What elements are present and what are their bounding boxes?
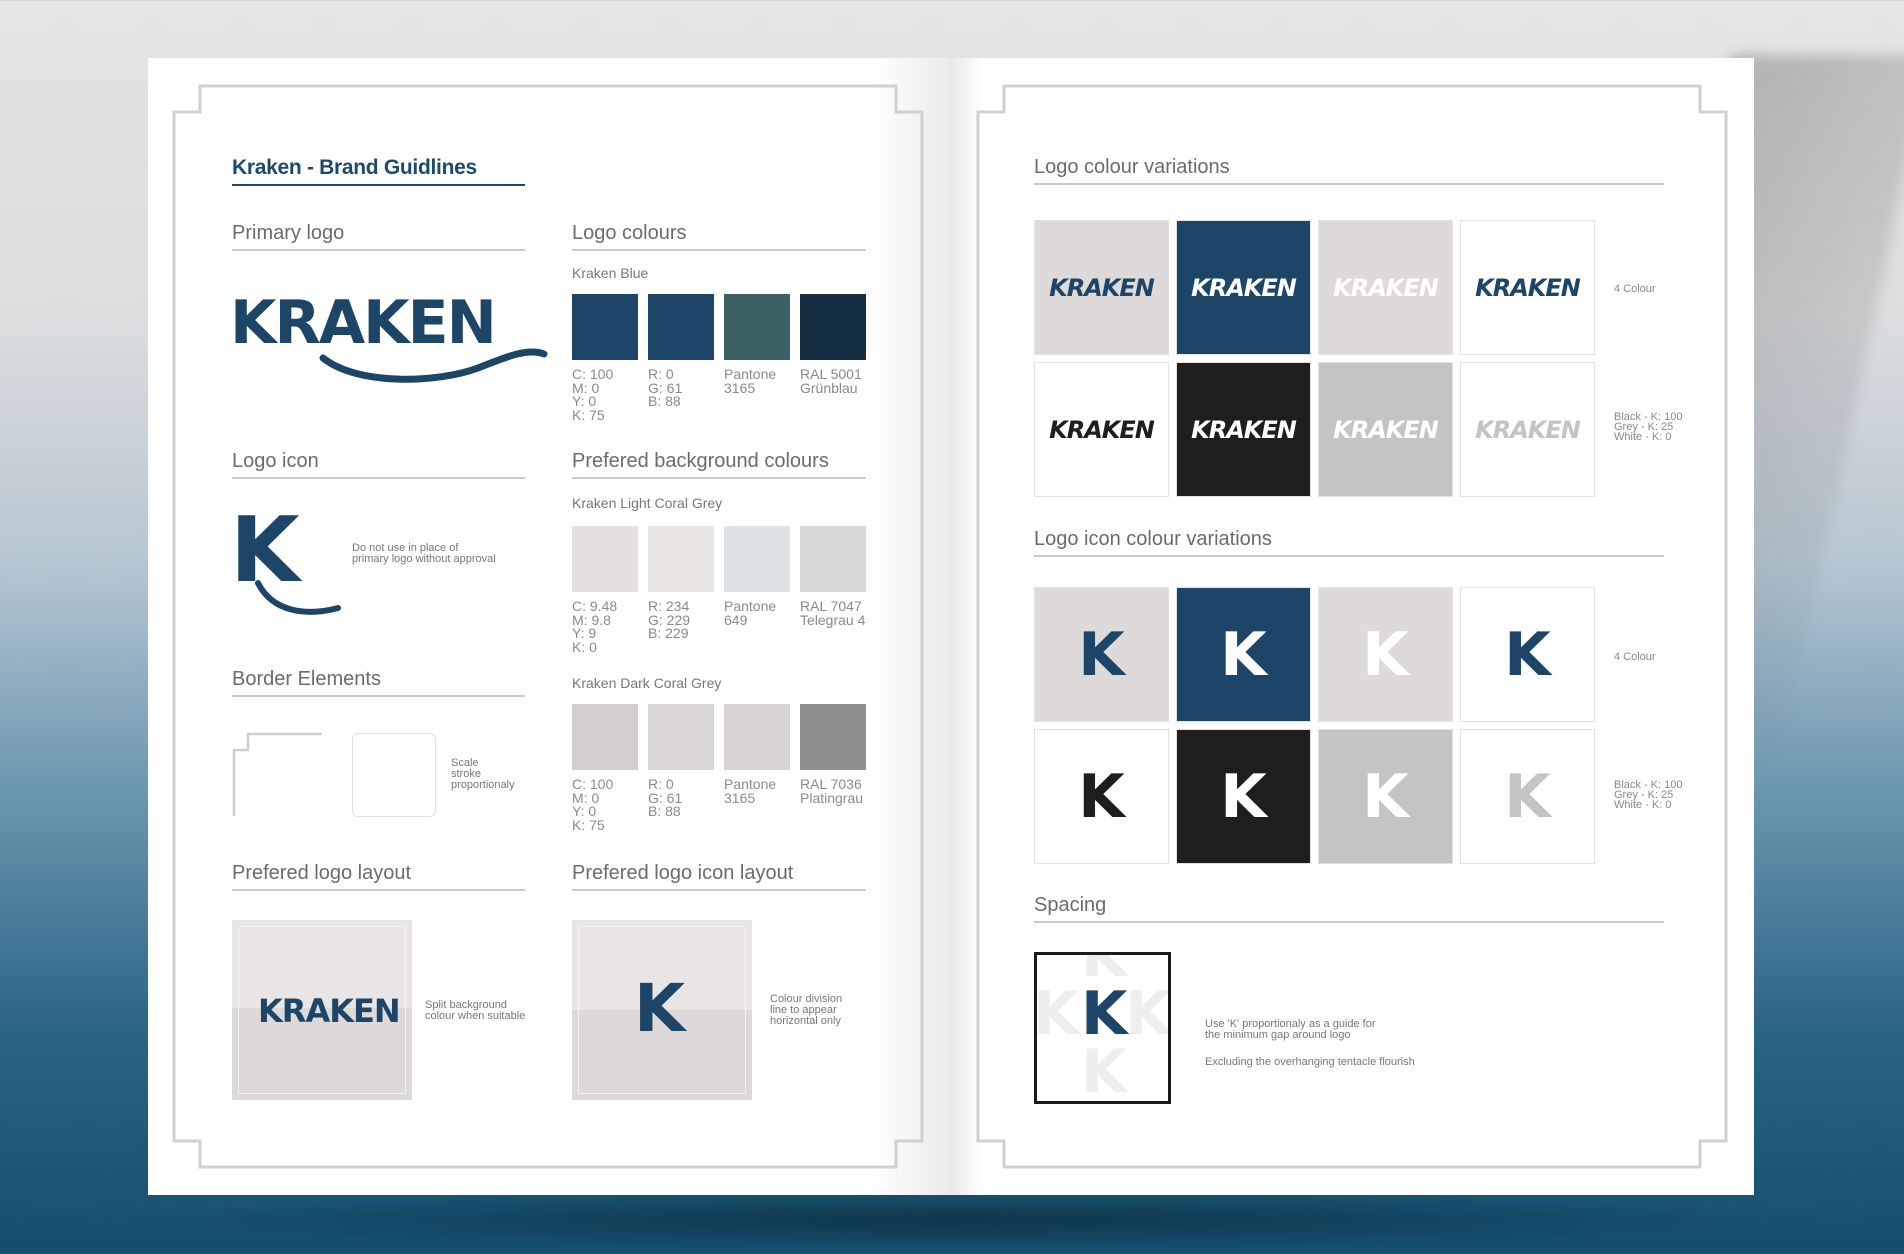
icon-variation-tile: K bbox=[1318, 587, 1453, 722]
swatch-spec: Pantone 649 bbox=[724, 598, 777, 628]
swatch-spec: Pantone 3165 bbox=[724, 366, 777, 396]
swatch-spec: C: 9.48 M: 9.8 Y: 9 K: 0 bbox=[572, 598, 618, 655]
variation-logo: KRAKEN bbox=[1475, 415, 1581, 444]
layout-logo: KRAKEN bbox=[258, 992, 401, 1030]
border-elements-note: Scale stroke proportionaly bbox=[451, 757, 515, 791]
variation-icon: K bbox=[1220, 761, 1267, 832]
swatch-spec: RAL 7036 Platingrau bbox=[800, 776, 864, 806]
logo-variation-tile: KRAKEN bbox=[1176, 362, 1311, 497]
border-elements-heading: Border Elements bbox=[232, 668, 525, 697]
variation-icon: K bbox=[1078, 761, 1125, 832]
logo-row1-label: 4 Colour bbox=[1614, 283, 1656, 295]
spacing-icon: K bbox=[1081, 979, 1127, 1049]
background-colours-heading: Prefered background colours bbox=[572, 450, 866, 479]
logo-variation-tile: KRAKEN bbox=[1034, 220, 1169, 355]
icon-row2-label: Black - K: 100 Grey - K: 25 White - K: 0 bbox=[1614, 779, 1683, 811]
colour-swatch bbox=[648, 294, 714, 360]
variation-icon: K bbox=[1078, 619, 1125, 690]
icon-layout-note: Colour division line to appear horizonta… bbox=[770, 993, 843, 1027]
icon-tentacle-icon bbox=[255, 580, 341, 615]
swatch-spec: RAL 5001 Grünblau bbox=[800, 366, 862, 396]
colour-swatch bbox=[800, 294, 866, 360]
colour-swatch bbox=[724, 704, 790, 770]
variation-logo: KRAKEN bbox=[1191, 415, 1297, 444]
logo-icon-heading: Logo icon bbox=[232, 450, 525, 479]
primary-logo-heading: Primary logo bbox=[232, 222, 525, 251]
colour-swatch bbox=[800, 704, 866, 770]
variation-logo: KRAKEN bbox=[1333, 273, 1439, 302]
icon-variation-tile: K bbox=[1460, 729, 1595, 864]
icon-variation-tile: K bbox=[1176, 587, 1311, 722]
page-shadow-bottom bbox=[160, 1190, 1760, 1250]
variation-logo: KRAKEN bbox=[1475, 273, 1581, 302]
colour-swatch bbox=[648, 526, 714, 592]
variation-icon: K bbox=[1362, 619, 1409, 690]
colour-swatch bbox=[572, 294, 638, 360]
page-title: Kraken - Brand Guidlines bbox=[232, 156, 525, 186]
colour-swatch bbox=[800, 526, 866, 592]
logo-icon-note: Do not use in place of primary logo with… bbox=[352, 542, 496, 565]
colour-swatch bbox=[572, 526, 638, 592]
spacing-diagram: K K K K K bbox=[1034, 952, 1171, 1104]
left-page: Kraken - Brand Guidlines Primary logo KR… bbox=[148, 58, 950, 1195]
variation-icon: K bbox=[1504, 761, 1551, 832]
icon-row1-label: 4 Colour bbox=[1614, 651, 1656, 663]
variation-logo: KRAKEN bbox=[1333, 415, 1439, 444]
icon-layout-heading: Prefered logo icon layout bbox=[572, 862, 866, 891]
spacing-note: Use 'K' proportionaly as a guide for the… bbox=[1205, 1018, 1376, 1041]
tentacle-flourish-icon bbox=[319, 348, 548, 383]
icon-variation-tile: K bbox=[1034, 587, 1169, 722]
variation-logo: KRAKEN bbox=[1049, 415, 1155, 444]
icon-variation-tile: K bbox=[1034, 729, 1169, 864]
colour-swatch bbox=[648, 704, 714, 770]
icon-variation-tile: K bbox=[1176, 729, 1311, 864]
logo-layout-note: Split background colour when suitable bbox=[425, 999, 526, 1022]
colour-swatch bbox=[724, 526, 790, 592]
layout-icon: K bbox=[634, 970, 685, 1047]
logo-variations-heading: Logo colour variations bbox=[1034, 156, 1664, 185]
logo-layout-sample: KRAKEN bbox=[232, 920, 412, 1100]
logo-variation-tile: KRAKEN bbox=[1460, 220, 1595, 355]
variation-icon: K bbox=[1362, 761, 1409, 832]
colour-swatch bbox=[724, 294, 790, 360]
logo-variation-tile: KRAKEN bbox=[1176, 220, 1311, 355]
spacing-note-2: Excluding the overhanging tentacle flour… bbox=[1205, 1056, 1415, 1068]
icon-variation-tile: K bbox=[1318, 729, 1453, 864]
logo-variation-tile: KRAKEN bbox=[1318, 362, 1453, 497]
swatch-spec: RAL 7047 Telegrau 4 bbox=[800, 598, 866, 628]
swatch-spec: C: 100 M: 0 Y: 0 K: 75 bbox=[572, 776, 614, 833]
colour-swatch bbox=[572, 704, 638, 770]
logo-variation-tile: KRAKEN bbox=[1034, 362, 1169, 497]
icon-variations-heading: Logo icon colour variations bbox=[1034, 528, 1664, 557]
light-coral-grey-label: Kraken Light Coral Grey bbox=[572, 495, 723, 511]
border-box-sample bbox=[352, 733, 436, 817]
swatch-spec: C: 100 M: 0 Y: 0 K: 75 bbox=[572, 366, 614, 423]
variation-icon: K bbox=[1220, 619, 1267, 690]
kraken-blue-label: Kraken Blue bbox=[572, 265, 649, 281]
logo-layout-heading: Prefered logo layout bbox=[232, 862, 525, 891]
logo-row2-label: Black - K: 100 Grey - K: 25 White - K: 0 bbox=[1614, 411, 1683, 443]
logo-variation-tile: KRAKEN bbox=[1460, 362, 1595, 497]
border-corner-icon bbox=[232, 732, 322, 816]
logo-colours-heading: Logo colours bbox=[572, 222, 866, 251]
swatch-spec: Pantone 3165 bbox=[724, 776, 777, 806]
icon-layout-sample: K bbox=[572, 920, 752, 1100]
variation-icon: K bbox=[1504, 619, 1551, 690]
variation-logo: KRAKEN bbox=[1049, 273, 1155, 302]
logo-variation-tile: KRAKEN bbox=[1318, 220, 1453, 355]
swatch-spec: R: 0 G: 61 B: 88 bbox=[648, 366, 683, 409]
swatch-spec: R: 234 G: 229 B: 229 bbox=[648, 598, 691, 641]
right-page: Logo colour variations KRAKEN KRAKEN KRAKE… bbox=[950, 58, 1754, 1195]
spacing-heading: Spacing bbox=[1034, 894, 1664, 923]
swatch-spec: R: 0 G: 61 B: 88 bbox=[648, 776, 683, 819]
icon-variation-tile: K bbox=[1460, 587, 1595, 722]
dark-coral-grey-label: Kraken Dark Coral Grey bbox=[572, 675, 722, 691]
variation-logo: KRAKEN bbox=[1191, 273, 1297, 302]
